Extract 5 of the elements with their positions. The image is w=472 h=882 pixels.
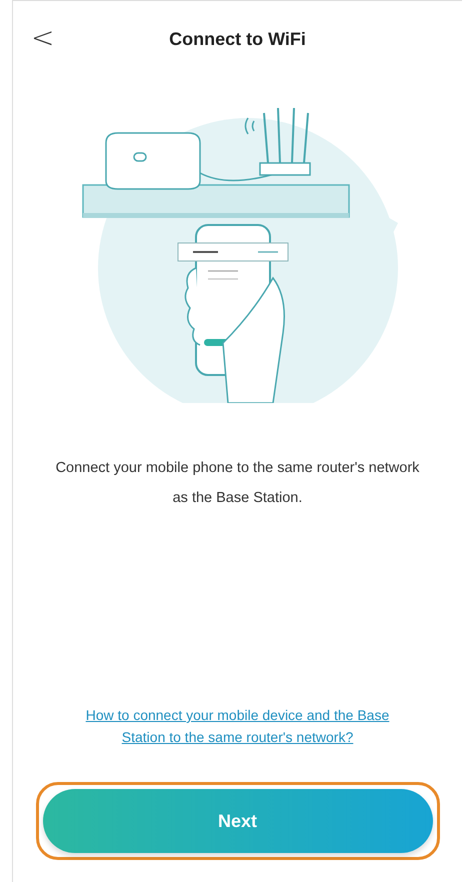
page-title: Connect to WiFi <box>169 28 306 50</box>
help-link[interactable]: How to connect your mobile device and the Base Station to the same router's network? <box>68 704 408 748</box>
next-button[interactable]: Next <box>42 789 432 853</box>
back-button[interactable]: < <box>27 21 58 54</box>
instruction-text: Connect your mobile phone to the same router's network as the Base Station. <box>54 459 420 508</box>
